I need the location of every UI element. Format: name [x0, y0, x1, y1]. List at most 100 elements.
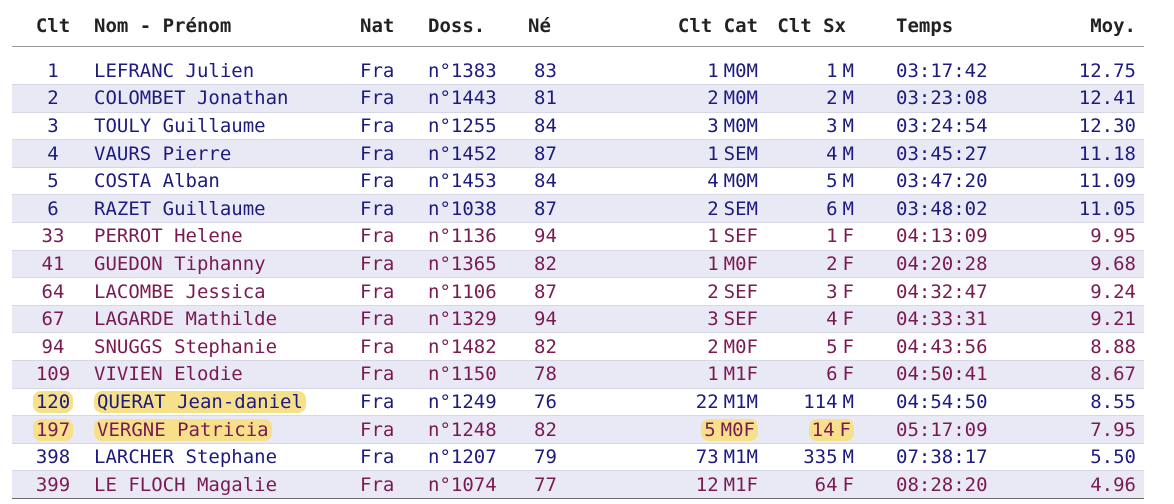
cell-doss: n°1329 — [428, 308, 497, 331]
cat-group: 2 SEM — [707, 198, 758, 220]
cat-code: M0M — [723, 114, 758, 137]
cell-ne: 94 — [534, 225, 557, 248]
cell-clt: 398 — [12, 443, 94, 471]
name-value: VAURS Pierre — [94, 142, 232, 165]
cat-rank: 2 — [707, 87, 719, 110]
cell-ne: 76 — [534, 390, 557, 413]
cell-nat: Fra — [360, 390, 395, 413]
cell-ne: 87 — [534, 142, 557, 165]
cell-clt: 33 — [12, 223, 94, 251]
cell-doss: n°1106 — [428, 280, 497, 303]
cat-code: M1M — [723, 446, 758, 469]
rank-value: 33 — [41, 225, 65, 248]
cell-name: GUEDON Tiphanny — [94, 250, 360, 278]
rank-value: 5 — [47, 170, 59, 193]
cell-ne: 81 — [534, 87, 557, 110]
name-value: COSTA Alban — [94, 170, 220, 193]
cell-clt: 197 — [12, 416, 94, 444]
cat-rank: 4 — [707, 170, 719, 193]
cell-moy: 8.67 — [1090, 363, 1136, 386]
cell-clt-cat: 5 M0F — [598, 416, 758, 444]
cell-moy: 8.55 — [1090, 390, 1136, 413]
rank-highlight: 197 — [32, 418, 74, 441]
cell-ne: 83 — [534, 59, 557, 82]
cat-group: 1 SEM — [707, 143, 758, 165]
name-highlight: QUERAT Jean-daniel — [94, 390, 306, 413]
name-value: VIVIEN Elodie — [94, 363, 243, 386]
sx-group: 4F — [826, 308, 854, 330]
cell-clt-sx: 5F — [758, 333, 886, 361]
cat-group: 2 SEF — [707, 281, 758, 303]
table-row: 109 VIVIEN Elodie Fra n°1150 78 1 M1F 6 F 04:50:4… — [12, 360, 1144, 389]
cell-temps: 05:17:09 — [896, 418, 988, 441]
cell-doss: n°1249 — [428, 390, 497, 413]
table-row: 41 GUEDON Tiphanny Fra n°1365 82 1 M0F 2 F 04:20:… — [12, 250, 1144, 278]
cell-doss: n°1482 — [428, 335, 497, 358]
cell-clt: 109 — [12, 361, 94, 389]
sx-rank: 2 — [826, 252, 838, 275]
cell-moy: 12.41 — [1078, 87, 1136, 110]
col-header-moy: Moy. — [1090, 15, 1136, 37]
cell-name: PERROT Helene — [94, 223, 360, 251]
cell-clt-cat: 1 M0M — [598, 57, 758, 85]
cat-group: 5 M0F — [701, 418, 758, 441]
sx-group: 3F — [826, 281, 854, 303]
cat-code: M1M — [723, 390, 758, 413]
cell-moy: 5.50 — [1090, 446, 1136, 469]
cell-doss: n°1136 — [428, 225, 497, 248]
sx-code: M — [842, 446, 854, 469]
cat-group: 2 M0M — [707, 87, 758, 109]
cell-clt-cat: 1 M0F — [598, 250, 758, 278]
cell-ne: 82 — [534, 335, 557, 358]
sx-rank: 64 — [814, 473, 838, 496]
sx-rank: 114 — [803, 390, 838, 413]
sx-code: M — [842, 142, 854, 165]
name-value: COLOMBET Jonathan — [94, 87, 289, 110]
sx-code: M — [842, 114, 854, 137]
cell-moy: 12.30 — [1078, 114, 1136, 137]
cell-ne: 94 — [534, 308, 557, 331]
cell-clt-cat: 73 M1M — [598, 443, 758, 471]
cell-temps: 03:23:08 — [896, 87, 988, 110]
cell-clt: 5 — [12, 167, 94, 195]
cell-name: VIVIEN Elodie — [94, 361, 360, 389]
cell-clt-cat: 22 M1M — [598, 388, 758, 416]
sx-group: 3M — [826, 115, 854, 137]
cell-nat: Fra — [360, 142, 395, 165]
col-header-ne: Né — [528, 15, 551, 37]
cell-clt: 94 — [12, 333, 94, 361]
cell-nat: Fra — [360, 308, 395, 331]
cell-nat: Fra — [360, 114, 395, 137]
cell-temps: 03:17:42 — [896, 59, 988, 82]
cat-rank: 1 — [707, 59, 719, 82]
col-header-nat: Nat — [360, 15, 395, 37]
cell-nat: Fra — [360, 225, 395, 248]
table-row: 2 COLOMBET Jonathan Fra n°1443 81 2 M0M 2 M 03:23… — [12, 84, 1144, 113]
rank-value: 399 — [35, 473, 71, 496]
cell-ne: 82 — [534, 252, 557, 275]
rank-value: 4 — [47, 142, 59, 165]
name-value: LE FLOCH Magalie — [94, 473, 278, 496]
cell-temps: 04:43:56 — [896, 335, 988, 358]
sx-group: 2F — [826, 253, 854, 275]
sx-code: F — [842, 225, 854, 248]
sx-group: 1F — [826, 225, 854, 247]
cat-code: SEM — [723, 142, 758, 165]
results-body: 1 LEFRANC Julien Fra n°1383 83 1 M0M 1 M 03:17:42… — [12, 47, 1144, 499]
cell-clt-sx: 5M — [758, 167, 886, 195]
rank-value: 109 — [35, 363, 71, 386]
sx-code: F — [842, 473, 854, 496]
cat-rank: 1 — [707, 252, 719, 275]
cat-code: M0F — [723, 335, 758, 358]
cell-nat: Fra — [360, 446, 395, 469]
cell-doss: n°1255 — [428, 114, 497, 137]
cell-doss: n°1207 — [428, 446, 497, 469]
cell-doss: n°1074 — [428, 473, 497, 496]
cell-name: QUERAT Jean-daniel — [94, 388, 360, 416]
sx-code: F — [842, 335, 854, 358]
cell-moy: 8.88 — [1090, 335, 1136, 358]
cell-temps: 07:38:17 — [896, 446, 988, 469]
cell-name: LACOMBE Jessica — [94, 278, 360, 306]
rank-value: 41 — [41, 252, 65, 275]
name-value: TOULY Guillaume — [94, 114, 266, 137]
